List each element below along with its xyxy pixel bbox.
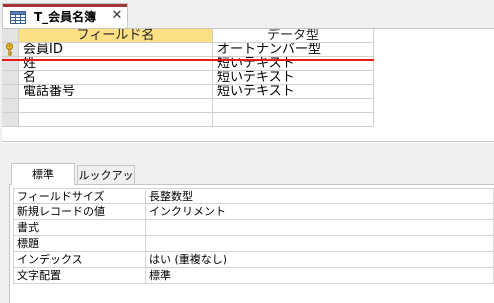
property-name: 書式 [13,220,146,236]
field-name-column-header: フィールド名 [19,29,213,43]
property-value[interactable]: 長整数型 [146,188,494,204]
row-selector[interactable] [2,85,19,99]
property-name: フィールドサイズ [13,188,146,204]
field-name-cell[interactable] [19,99,213,113]
field-name-cell[interactable]: 名 [19,71,213,85]
field-name-cell[interactable]: 会員ID [19,43,213,57]
property-value[interactable]: 標準 [146,268,494,284]
row-selector[interactable] [2,99,19,113]
primary-key-icon [6,43,13,56]
row-selector-header[interactable] [2,29,19,43]
data-type-cell[interactable]: 短いテキスト [213,85,374,99]
property-name: 新規レコードの値 [13,204,146,220]
property-name: 標題 [13,236,146,252]
grid-bottom-border [2,141,494,142]
row-selector[interactable] [2,71,19,85]
data-type-column-header: データ型 [213,29,374,43]
current-row-indicator-line [2,59,374,61]
tab-lookup[interactable]: ルックアップ [77,165,135,201]
data-type-cell[interactable]: オートナンバー型 [213,43,374,57]
field-name-cell[interactable]: 電話番号 [19,85,213,99]
property-value[interactable] [146,236,494,252]
document-tab-strip: T_会員名簿 ✕ [0,0,494,28]
property-name: 文字配置 [13,268,146,284]
close-icon[interactable]: ✕ [110,9,124,23]
tab-title: T_会員名簿 [34,10,97,24]
property-value[interactable]: インクリメント [146,204,494,220]
tab-general[interactable]: 標準 [11,163,75,185]
field-properties-panel: フィールドサイズ 長整数型 新規レコードの値 インクリメント 書式 標題 インデ… [9,184,494,303]
field-design-grid: フィールド名 データ型 会員ID オートナンバー型 姓 短いテキスト 名 短いテ… [2,28,494,143]
property-value[interactable] [146,220,494,236]
field-name-cell[interactable] [19,113,213,127]
property-value[interactable]: はい (重複なし) [146,252,494,268]
row-selector[interactable] [2,113,19,127]
data-type-cell[interactable] [213,113,374,127]
row-selector[interactable] [2,43,19,57]
table-icon [10,11,26,24]
data-type-cell[interactable]: 短いテキスト [213,71,374,85]
data-type-cell[interactable] [213,99,374,113]
table-design-tab[interactable]: T_会員名簿 ✕ [2,3,128,28]
property-name: インデックス [13,252,146,268]
